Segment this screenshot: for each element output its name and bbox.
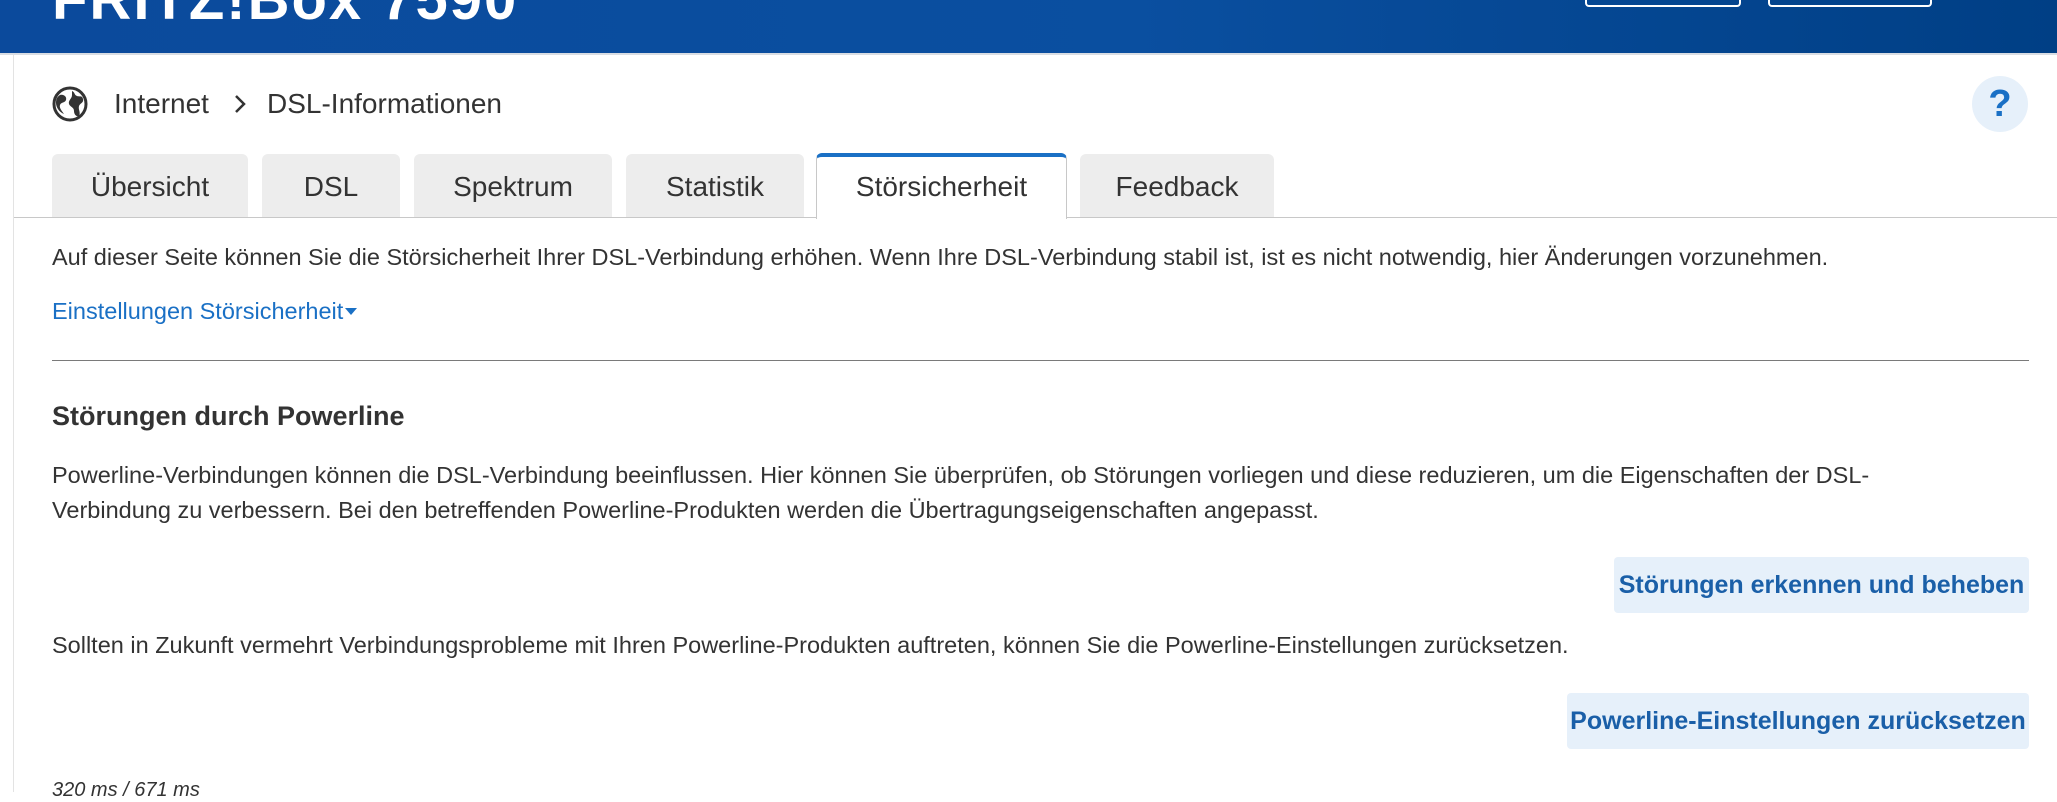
breadcrumb-current-page: DSL-Informationen [267, 88, 503, 119]
globe-icon [52, 86, 88, 122]
header-button-2[interactable] [1768, 0, 1932, 7]
tab-uebersicht[interactable]: Übersicht [52, 154, 248, 217]
tab-feedback[interactable]: Feedback [1080, 154, 1274, 217]
header-button-1[interactable] [1585, 0, 1741, 7]
settings-toggle-label: Einstellungen Störsicherheit [52, 298, 344, 324]
intro-text: Auf dieser Seite können Sie die Störsich… [52, 244, 1829, 270]
tab-spektrum[interactable]: Spektrum [414, 154, 612, 217]
detect-interference-button[interactable]: Störungen erkennen und beheben [1614, 557, 2029, 613]
tab-statistik[interactable]: Statistik [626, 154, 804, 217]
top-header-bar: FRITZ!Box 7590 [0, 0, 2057, 53]
reset-powerline-button[interactable]: Powerline-Einstellungen zurücksetzen [1567, 693, 2029, 749]
header-shadow [0, 53, 2057, 55]
section-divider [52, 360, 2029, 361]
tab-dsl[interactable]: DSL [262, 154, 400, 217]
timing-info: 320 ms / 671 ms [52, 779, 200, 801]
left-border [13, 55, 14, 792]
help-button[interactable]: ? [1972, 76, 2028, 132]
powerline-description-line-1: Powerline-Verbindungen können die DSL-Ve… [52, 462, 1870, 488]
settings-toggle-link[interactable]: Einstellungen Störsicherheit [52, 293, 358, 329]
section-title-powerline: Störungen durch Powerline [52, 401, 405, 431]
tab-stoersicherheit[interactable]: Störsicherheit [816, 153, 1067, 219]
brand-title: FRITZ!Box 7590 [52, 0, 518, 33]
breadcrumb-internet[interactable]: Internet [114, 88, 209, 120]
reset-hint-text: Sollten in Zukunft vermehrt Verbindungsp… [52, 632, 1569, 658]
caret-down-icon [345, 308, 358, 316]
powerline-description-line-2: Verbindung zu verbessern. Bei den betref… [52, 497, 1319, 523]
chevron-right-icon [235, 95, 246, 113]
